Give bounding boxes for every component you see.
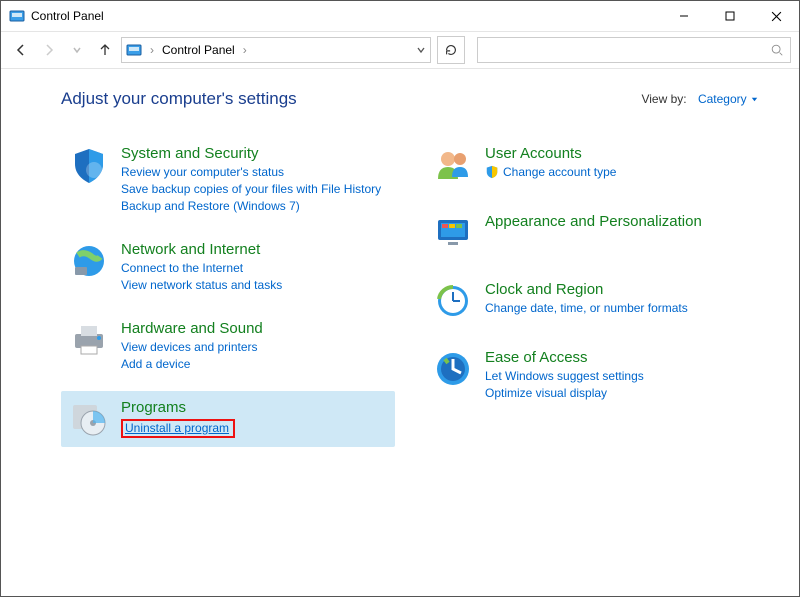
view-by: View by: Category bbox=[641, 92, 759, 106]
refresh-button[interactable] bbox=[437, 36, 465, 64]
link-change-date-time[interactable]: Change date, time, or number formats bbox=[485, 301, 688, 315]
highlight-box: Uninstall a program bbox=[121, 419, 235, 438]
header-row: Adjust your computer's settings View by:… bbox=[61, 89, 759, 109]
category-title[interactable]: Hardware and Sound bbox=[121, 320, 263, 337]
back-button[interactable] bbox=[9, 38, 33, 62]
chevron-down-icon bbox=[750, 95, 759, 104]
category-title[interactable]: Ease of Access bbox=[485, 349, 644, 366]
view-by-dropdown[interactable]: Category bbox=[698, 92, 759, 106]
titlebar: Control Panel bbox=[1, 1, 799, 32]
category-title[interactable]: Clock and Region bbox=[485, 281, 688, 298]
recent-dropdown[interactable] bbox=[65, 38, 89, 62]
chevron-right-icon: › bbox=[243, 43, 247, 57]
category-clock-region[interactable]: Clock and Region Change date, time, or n… bbox=[425, 273, 759, 329]
up-button[interactable] bbox=[93, 38, 117, 62]
link-backup-restore[interactable]: Backup and Restore (Windows 7) bbox=[121, 199, 381, 213]
category-system-security[interactable]: System and Security Review your computer… bbox=[61, 137, 395, 221]
link-suggest-settings[interactable]: Let Windows suggest settings bbox=[485, 369, 644, 383]
search-input[interactable] bbox=[477, 37, 791, 63]
category-title[interactable]: Network and Internet bbox=[121, 241, 282, 258]
category-ease-of-access[interactable]: Ease of Access Let Windows suggest setti… bbox=[425, 341, 759, 408]
chevron-down-icon[interactable] bbox=[416, 45, 426, 55]
categories: System and Security Review your computer… bbox=[61, 137, 759, 447]
link-add-device[interactable]: Add a device bbox=[121, 357, 263, 371]
link-uninstall-program[interactable]: Uninstall a program bbox=[125, 421, 229, 435]
printer-icon bbox=[69, 320, 109, 360]
category-programs[interactable]: Programs Uninstall a program bbox=[61, 391, 395, 447]
users-icon bbox=[433, 145, 473, 185]
link-connect-internet[interactable]: Connect to the Internet bbox=[121, 261, 282, 275]
close-button[interactable] bbox=[753, 1, 799, 31]
right-column: User Accounts Change account type bbox=[425, 137, 759, 447]
control-panel-icon bbox=[9, 8, 25, 24]
category-title[interactable]: Appearance and Personalization bbox=[485, 213, 702, 230]
view-by-value: Category bbox=[698, 92, 747, 106]
category-title[interactable]: User Accounts bbox=[485, 145, 616, 162]
control-panel-icon bbox=[126, 42, 142, 58]
globe-icon bbox=[69, 241, 109, 281]
link-optimize-display[interactable]: Optimize visual display bbox=[485, 386, 644, 400]
forward-button[interactable] bbox=[37, 38, 61, 62]
navbar: › Control Panel › bbox=[1, 32, 799, 69]
chevron-right-icon: › bbox=[150, 43, 154, 57]
page-heading: Adjust your computer's settings bbox=[61, 89, 297, 109]
category-title[interactable]: System and Security bbox=[121, 145, 381, 162]
category-user-accounts[interactable]: User Accounts Change account type bbox=[425, 137, 759, 193]
address-bar[interactable]: › Control Panel › bbox=[121, 37, 431, 63]
ease-of-access-icon bbox=[433, 349, 473, 389]
category-network[interactable]: Network and Internet Connect to the Inte… bbox=[61, 233, 395, 300]
shield-icon bbox=[69, 145, 109, 185]
link-devices-printers[interactable]: View devices and printers bbox=[121, 340, 263, 354]
breadcrumb-root[interactable]: Control Panel bbox=[162, 43, 235, 57]
monitor-icon bbox=[433, 213, 473, 253]
window-title: Control Panel bbox=[31, 9, 661, 23]
category-title[interactable]: Programs bbox=[121, 399, 235, 416]
uac-shield-icon bbox=[485, 165, 499, 179]
category-hardware[interactable]: Hardware and Sound View devices and prin… bbox=[61, 312, 395, 379]
disc-icon bbox=[69, 399, 109, 439]
search-icon bbox=[770, 43, 784, 57]
link-file-history[interactable]: Save backup copies of your files with Fi… bbox=[121, 182, 381, 196]
content-area: Adjust your computer's settings View by:… bbox=[1, 69, 799, 596]
left-column: System and Security Review your computer… bbox=[61, 137, 395, 447]
link-review-status[interactable]: Review your computer's status bbox=[121, 165, 381, 179]
maximize-button[interactable] bbox=[707, 1, 753, 31]
window-frame: Control Panel › Control Panel › bbox=[0, 0, 800, 597]
minimize-button[interactable] bbox=[661, 1, 707, 31]
window-controls bbox=[661, 1, 799, 31]
view-by-label: View by: bbox=[641, 92, 686, 106]
category-appearance[interactable]: Appearance and Personalization bbox=[425, 205, 759, 261]
link-network-status[interactable]: View network status and tasks bbox=[121, 278, 282, 292]
clock-icon bbox=[433, 281, 473, 321]
link-change-account-type[interactable]: Change account type bbox=[503, 165, 616, 179]
